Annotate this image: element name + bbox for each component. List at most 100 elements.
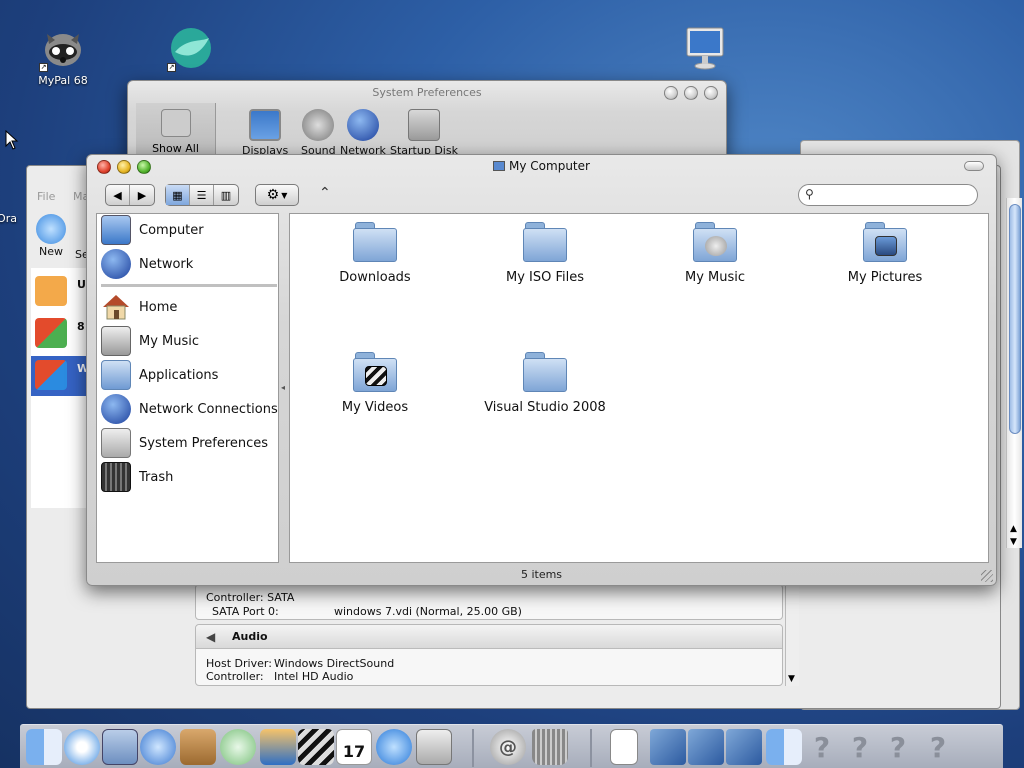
sidebar-item-computer[interactable]: Computer (101, 215, 204, 245)
action-menu-button[interactable]: ⚙ ▼ (255, 184, 299, 206)
column-view-button[interactable]: ▥ (214, 185, 238, 205)
back-button[interactable]: ◀ (106, 185, 130, 205)
globe-leaf-icon: ↗ (167, 24, 215, 72)
sidebar-splitter[interactable]: ◂ (281, 383, 287, 393)
scroll-down-icon[interactable]: ▼ (788, 674, 795, 684)
ichat-icon[interactable] (140, 729, 176, 765)
folder-label: My Pictures (847, 270, 923, 285)
menu-file[interactable]: File (37, 190, 55, 203)
network-globe-icon (346, 109, 379, 141)
sidebar-item-my-music[interactable]: My Music (101, 326, 199, 356)
show-all-button[interactable]: Show All (136, 103, 216, 159)
icon-view-button[interactable]: ▦ (166, 185, 190, 205)
address-book-icon[interactable] (180, 729, 216, 765)
folder-icon (691, 218, 739, 266)
help-icon[interactable]: ? (880, 729, 916, 765)
sidebar-item-label: My Music (139, 333, 200, 349)
finder-icon[interactable] (26, 729, 62, 765)
sidebar-item-label: Applications (139, 367, 219, 383)
help-icon[interactable]: ? (842, 729, 878, 765)
mail-at-icon[interactable]: @ (490, 729, 526, 765)
vm-name: U (77, 278, 86, 291)
sidebar-item-applications[interactable]: Applications (101, 360, 218, 390)
audio-header[interactable]: ◀ Audio (196, 625, 782, 649)
virtualbox-icon[interactable] (650, 729, 686, 765)
zoom-button[interactable] (704, 86, 718, 100)
ical-icon[interactable]: 17 (336, 729, 372, 765)
vm-list-item[interactable]: 8 (31, 314, 91, 352)
pref-sound[interactable]: Sound (301, 109, 336, 157)
help-icon[interactable]: ? (920, 729, 956, 765)
forward-button[interactable]: ▶ (130, 185, 154, 205)
pref-startup-disk[interactable]: Startup Disk (390, 109, 458, 157)
scrollbar-thumb[interactable] (1009, 204, 1021, 434)
audio-host-driver-label: Host Driver: (206, 657, 272, 670)
content-area: Downloads My ISO Files My Music My Pictu… (289, 213, 989, 563)
storage-controller: Controller: SATA (206, 591, 295, 604)
finder-icon[interactable] (766, 729, 802, 765)
network-globe-icon (101, 249, 131, 279)
folder-my-pictures[interactable]: My Pictures (810, 218, 960, 285)
virtualbox-icon[interactable] (726, 729, 762, 765)
search-field[interactable]: ⚲ (798, 184, 978, 206)
pref-network[interactable]: Network (340, 109, 386, 157)
folder-label: My Music (684, 270, 746, 285)
safari-icon[interactable] (64, 729, 100, 765)
sidebar-item-network-connections[interactable]: Network Connections (101, 394, 278, 424)
folder-icon (861, 218, 909, 266)
itunes-icon[interactable] (220, 729, 256, 765)
desktop-icon-my-computer[interactable] (660, 24, 750, 74)
folder-my-videos[interactable]: My Videos (300, 348, 450, 415)
imovie-icon[interactable] (298, 729, 334, 765)
hard-disk-icon (407, 109, 440, 141)
desktop-icon-2[interactable]: ↗ (146, 24, 236, 74)
sidebar-item-trash[interactable]: Trash (101, 462, 173, 492)
chevron-down-icon: ▼ (281, 190, 288, 200)
finder-window: My Computer ◀ ▶ ▦ ☰ ▥ ⚙ ▼ ⌃ ⚲ Computer Ne… (86, 154, 997, 586)
mail-icon[interactable] (102, 729, 138, 765)
vertical-scrollbar[interactable]: ▼ (785, 586, 799, 686)
pref-displays[interactable]: Displays (242, 109, 288, 157)
window-title: System Preferences (372, 86, 482, 99)
iphoto-icon[interactable] (260, 729, 296, 765)
folder-my-music[interactable]: My Music (640, 218, 790, 285)
background-scrollbar[interactable]: ▲ ▼ (1006, 198, 1022, 548)
folder-visual-studio-2008[interactable]: Visual Studio 2008 (470, 348, 620, 415)
desktop-icon-label: MyPal 68 (38, 74, 88, 87)
scroll-down-icon[interactable]: ▼ (1010, 537, 1017, 547)
system-preferences-icon (101, 428, 131, 458)
gear-icon: ⚙ (266, 187, 280, 203)
toolbar-toggle-button[interactable] (964, 161, 984, 171)
vm-list-item-selected[interactable]: W (31, 356, 91, 396)
virtualbox-icon[interactable] (688, 729, 724, 765)
help-icon[interactable]: ? (804, 729, 840, 765)
displays-icon (249, 109, 282, 141)
vm-list-item[interactable]: U (31, 272, 91, 310)
sidebar-item-home[interactable]: Home (101, 292, 177, 322)
dock: 17 @ ? ? ? ? (20, 724, 1003, 768)
trash-icon[interactable] (532, 729, 568, 765)
close-button[interactable] (664, 86, 678, 100)
new-label: New (39, 245, 63, 258)
dock-separator (472, 729, 474, 767)
sidebar-item-network[interactable]: Network (101, 249, 193, 279)
list-view-button[interactable]: ☰ (190, 185, 214, 205)
apple-icon (160, 109, 191, 137)
folder-label: My Videos (341, 400, 409, 415)
sidebar-item-system-preferences[interactable]: System Preferences (101, 428, 268, 458)
computer-small-icon (493, 161, 506, 171)
quicktime-icon[interactable] (376, 729, 412, 765)
desktop-icon-mypal[interactable]: ↗ MyPal 68 (18, 24, 108, 87)
dock-separator (590, 729, 592, 767)
folder-icon (521, 348, 569, 396)
minimize-button[interactable] (684, 86, 698, 100)
folder-my-iso-files[interactable]: My ISO Files (470, 218, 620, 285)
vm-list: U 8 W (31, 268, 91, 508)
document-icon[interactable] (610, 729, 638, 765)
system-preferences-icon[interactable] (416, 729, 452, 765)
folder-downloads[interactable]: Downloads (300, 218, 450, 285)
resize-grip[interactable] (981, 570, 993, 582)
window-title: My Computer (87, 159, 996, 173)
path-up-icon[interactable]: ⌃ (319, 185, 331, 201)
scroll-up-icon[interactable]: ▲ (1010, 524, 1017, 534)
